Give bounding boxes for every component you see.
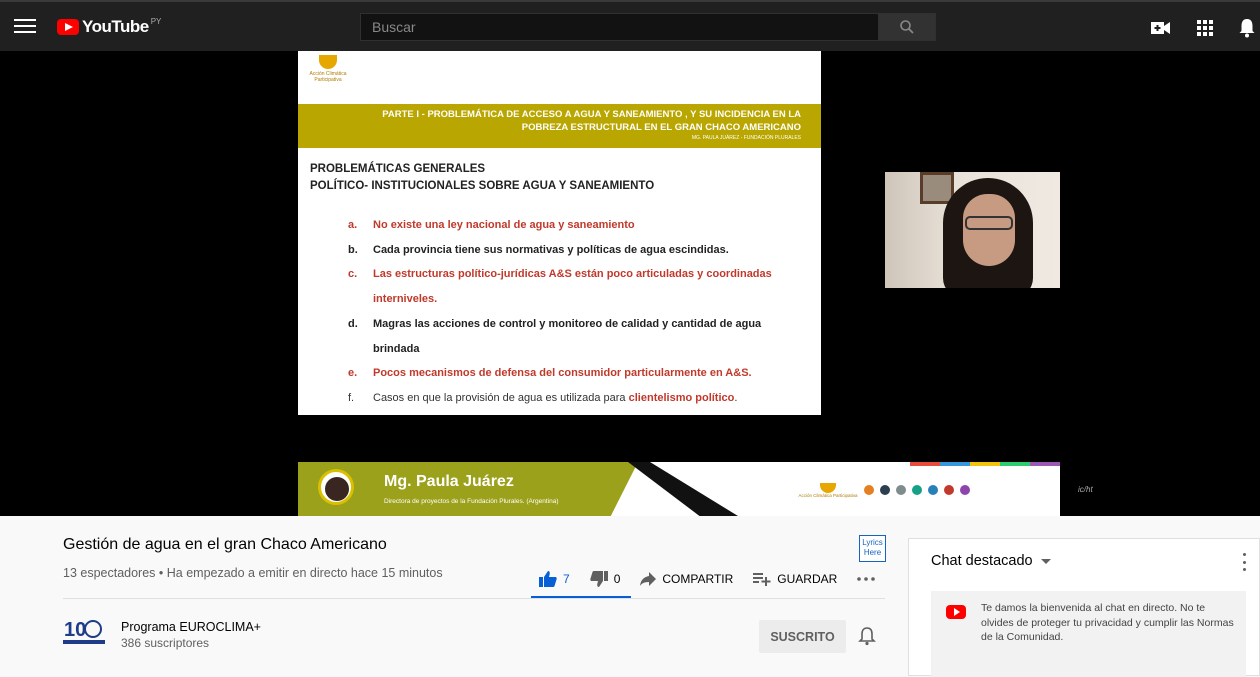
notification-bell-button[interactable] (858, 626, 878, 648)
speaker-webcam (885, 172, 1060, 288)
subscribe-button[interactable]: SUSCRITO (759, 620, 846, 653)
list-item: c. Las estructuras político-jurídicas A&S… (348, 268, 772, 281)
youtube-icon (946, 605, 966, 619)
banner-line-1: PARTE I - PROBLEMÁTICA DE ACCESO A AGUA … (382, 109, 801, 120)
live-chat-panel: Chat destacado Te damos la bienvenida al… (908, 538, 1260, 677)
speaker-avatar (318, 469, 354, 505)
heading-line-2: POLÍTICO- INSTITUCIONALES SOBRE AGUA Y S… (310, 180, 655, 192)
chat-more-icon[interactable] (1243, 553, 1247, 571)
banner-subtitle: MG. PAULA JUÁREZ - FUNDACIÓN PLURALES (691, 135, 801, 141)
slide-org-logo: Acción Climática Participativa (308, 55, 348, 95)
bell-outline-icon (858, 627, 876, 646)
presentation-slide: Acción Climática Participativa PARTE I -… (298, 51, 821, 415)
channel-avatar[interactable]: 10 (63, 616, 105, 646)
notifications-button[interactable] (1236, 16, 1258, 40)
chat-mode-selector[interactable]: Chat destacado (931, 553, 1051, 569)
list-item: a. No existe una ley nacional de agua y s… (348, 219, 635, 231)
thumbs-up-icon (539, 571, 557, 587)
slide-banner: PARTE I - PROBLEMÁTICA DE ACCESO A AGUA … (298, 104, 821, 148)
partner-logos: Acción Climática Participativa (798, 470, 1058, 510)
slide-logo-label: Acción Climática Participativa (309, 71, 347, 83)
logo-text: YouTube (82, 17, 149, 36)
playlist-add-icon (753, 573, 771, 586)
create-video-button[interactable] (1150, 16, 1172, 40)
org-logo-label: Acción Climática Participativa (798, 492, 858, 498)
speaker-role: Directora de proyectos de la Fundación P… (384, 498, 559, 505)
youtube-logo[interactable]: YouTube PY (57, 16, 161, 38)
action-bar: 7 0 COMPARTIR GUARDAR (531, 560, 895, 598)
search-button[interactable] (878, 13, 936, 41)
list-item: f. Casos en que la provisión de agua es u… (348, 391, 738, 404)
svg-text:10: 10 (64, 619, 86, 641)
speaker-name: Mg. Paula Juárez (384, 473, 514, 490)
dislike-button[interactable]: 0 (590, 571, 621, 587)
list-item: interniveles. (373, 293, 438, 306)
youtube-play-icon (57, 19, 79, 35)
share-label: COMPARTIR (662, 572, 734, 586)
top-bar: YouTube PY Buscar (0, 0, 1260, 51)
apps-button[interactable] (1194, 16, 1216, 40)
chat-header-label: Chat destacado (931, 553, 1033, 569)
divider (63, 598, 885, 599)
list-item: e. Pocos mecanismos de defensa del consum… (348, 367, 752, 380)
slide-list: a. No existe una ley nacional de agua y s… (348, 213, 808, 411)
chat-welcome-message: Te damos la bienvenida al chat en direct… (931, 591, 1246, 677)
thumbs-down-icon (590, 571, 608, 587)
share-icon (640, 572, 657, 586)
video-watermark: ic/ht (1078, 485, 1093, 494)
bell-icon (1239, 19, 1255, 38)
save-button[interactable]: GUARDAR (753, 572, 837, 586)
search-icon (900, 20, 914, 34)
euroclima-logo-icon: 10 (63, 619, 105, 644)
like-button[interactable]: 7 (539, 571, 570, 587)
video-meta: 13 espectadores • Ha empezado a emitir e… (63, 566, 443, 580)
video-title: Gestión de agua en el gran Chaco America… (63, 536, 387, 553)
list-item: brindada (373, 342, 420, 355)
more-horizontal-icon (857, 577, 876, 581)
channel-name[interactable]: Programa EUROCLIMA+ (121, 620, 261, 634)
slide-heading: PROBLEMÁTICAS GENERALES POLÍTICO- INSTIT… (310, 161, 654, 195)
share-button[interactable]: COMPARTIR (640, 572, 733, 586)
search-input[interactable]: Buscar (360, 13, 879, 41)
lower-third-banner: Mg. Paula Juárez Directora de proyectos … (298, 462, 1060, 516)
video-player[interactable]: Acción Climática Participativa PARTE I -… (0, 51, 1260, 516)
menu-icon[interactable] (14, 16, 36, 36)
like-count: 7 (563, 572, 570, 586)
more-actions-button[interactable] (857, 577, 876, 581)
subscriber-count: 386 suscriptores (121, 636, 210, 650)
apps-grid-icon (1197, 20, 1213, 36)
list-item: d. Magras las acciones de control y monit… (348, 317, 762, 330)
save-label: GUARDAR (777, 572, 838, 586)
banner-line-2: POBREZA ESTRUCTURAL EN EL GRAN CHACO AME… (521, 122, 801, 133)
country-code: PY (150, 16, 162, 26)
caret-down-icon (1040, 558, 1051, 564)
dislike-count: 0 (613, 572, 621, 586)
chat-welcome-text: Te damos la bienvenida al chat en direct… (981, 602, 1234, 643)
list-item: b. Cada provincia tiene sus normativas y … (348, 243, 729, 256)
lyrics-here-badge[interactable]: Lyrics Here (859, 535, 886, 562)
video-camera-icon (1151, 22, 1170, 34)
heading-line-1: PROBLEMÁTICAS GENERALES (310, 163, 486, 175)
